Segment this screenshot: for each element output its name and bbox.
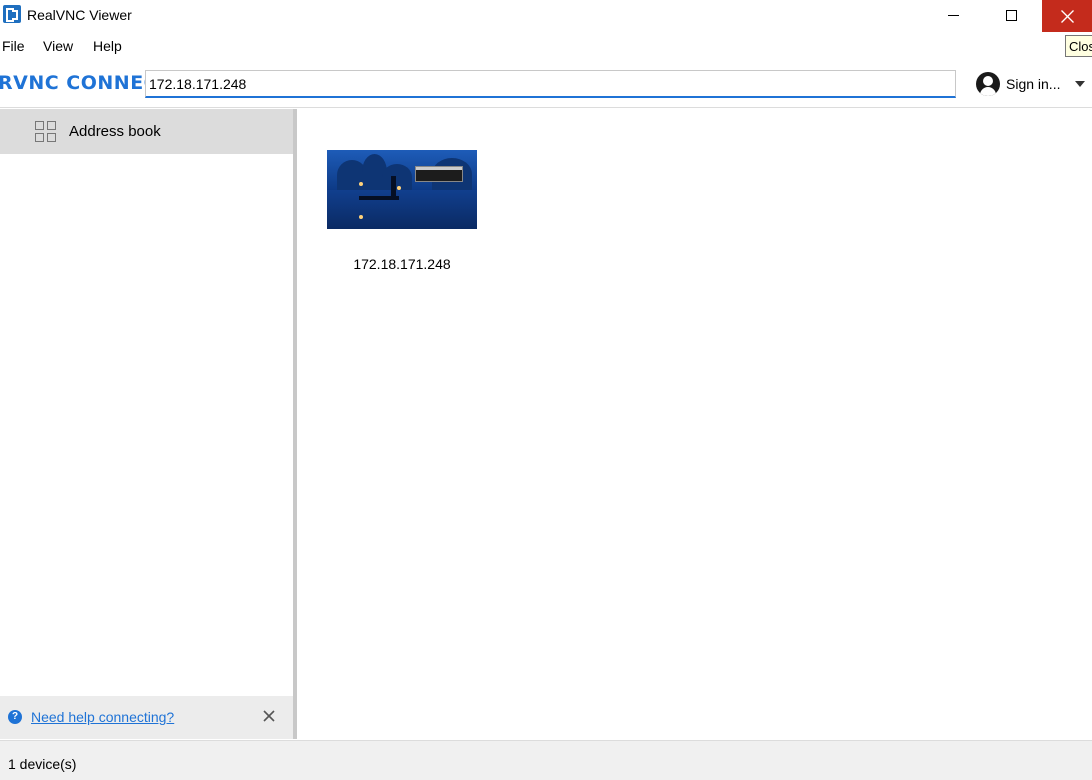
close-icon[interactable]: [262, 709, 276, 723]
close-icon: [1061, 10, 1074, 23]
help-banner: ? Need help connecting?: [0, 696, 293, 739]
title-bar: RealVNC Viewer: [0, 0, 1092, 32]
address-bar[interactable]: [145, 70, 956, 98]
menu-file[interactable]: File: [2, 38, 25, 54]
close-button[interactable]: [1042, 0, 1092, 32]
grid-icon: [35, 121, 57, 143]
device-name: 172.18.171.248: [353, 256, 451, 272]
question-icon: ?: [8, 710, 22, 724]
sidebar-item-address-book[interactable]: Address book: [0, 109, 293, 154]
address-input[interactable]: [146, 71, 955, 96]
user-avatar-icon[interactable]: [976, 72, 1000, 96]
window-title: RealVNC Viewer: [27, 7, 132, 23]
menu-bar: File View Help: [0, 34, 1060, 58]
chevron-down-icon[interactable]: [1075, 81, 1085, 87]
status-bar: 1 device(s): [0, 740, 1092, 780]
toolbar: RVNC CONNECT Sign in...: [0, 60, 1092, 108]
minimize-icon: [948, 15, 959, 16]
close-tooltip: Close: [1065, 35, 1092, 57]
device-thumbnail: [327, 150, 477, 229]
maximize-button[interactable]: [982, 0, 1040, 32]
need-help-link[interactable]: Need help connecting?: [31, 709, 174, 725]
menu-help[interactable]: Help: [93, 38, 122, 54]
realvnc-app-icon: [3, 5, 21, 23]
sidebar: Address book ? Need help connecting?: [0, 109, 293, 739]
device-list: 172.18.171.248: [297, 109, 1092, 739]
sidebar-item-label: Address book: [69, 123, 161, 140]
device-tile[interactable]: 172.18.171.248: [327, 150, 477, 275]
sign-in-button[interactable]: Sign in...: [1006, 76, 1060, 92]
maximize-icon: [1006, 10, 1017, 21]
device-count: 1 device(s): [8, 756, 77, 772]
minimize-button[interactable]: [924, 0, 982, 32]
menu-view[interactable]: View: [43, 38, 73, 54]
